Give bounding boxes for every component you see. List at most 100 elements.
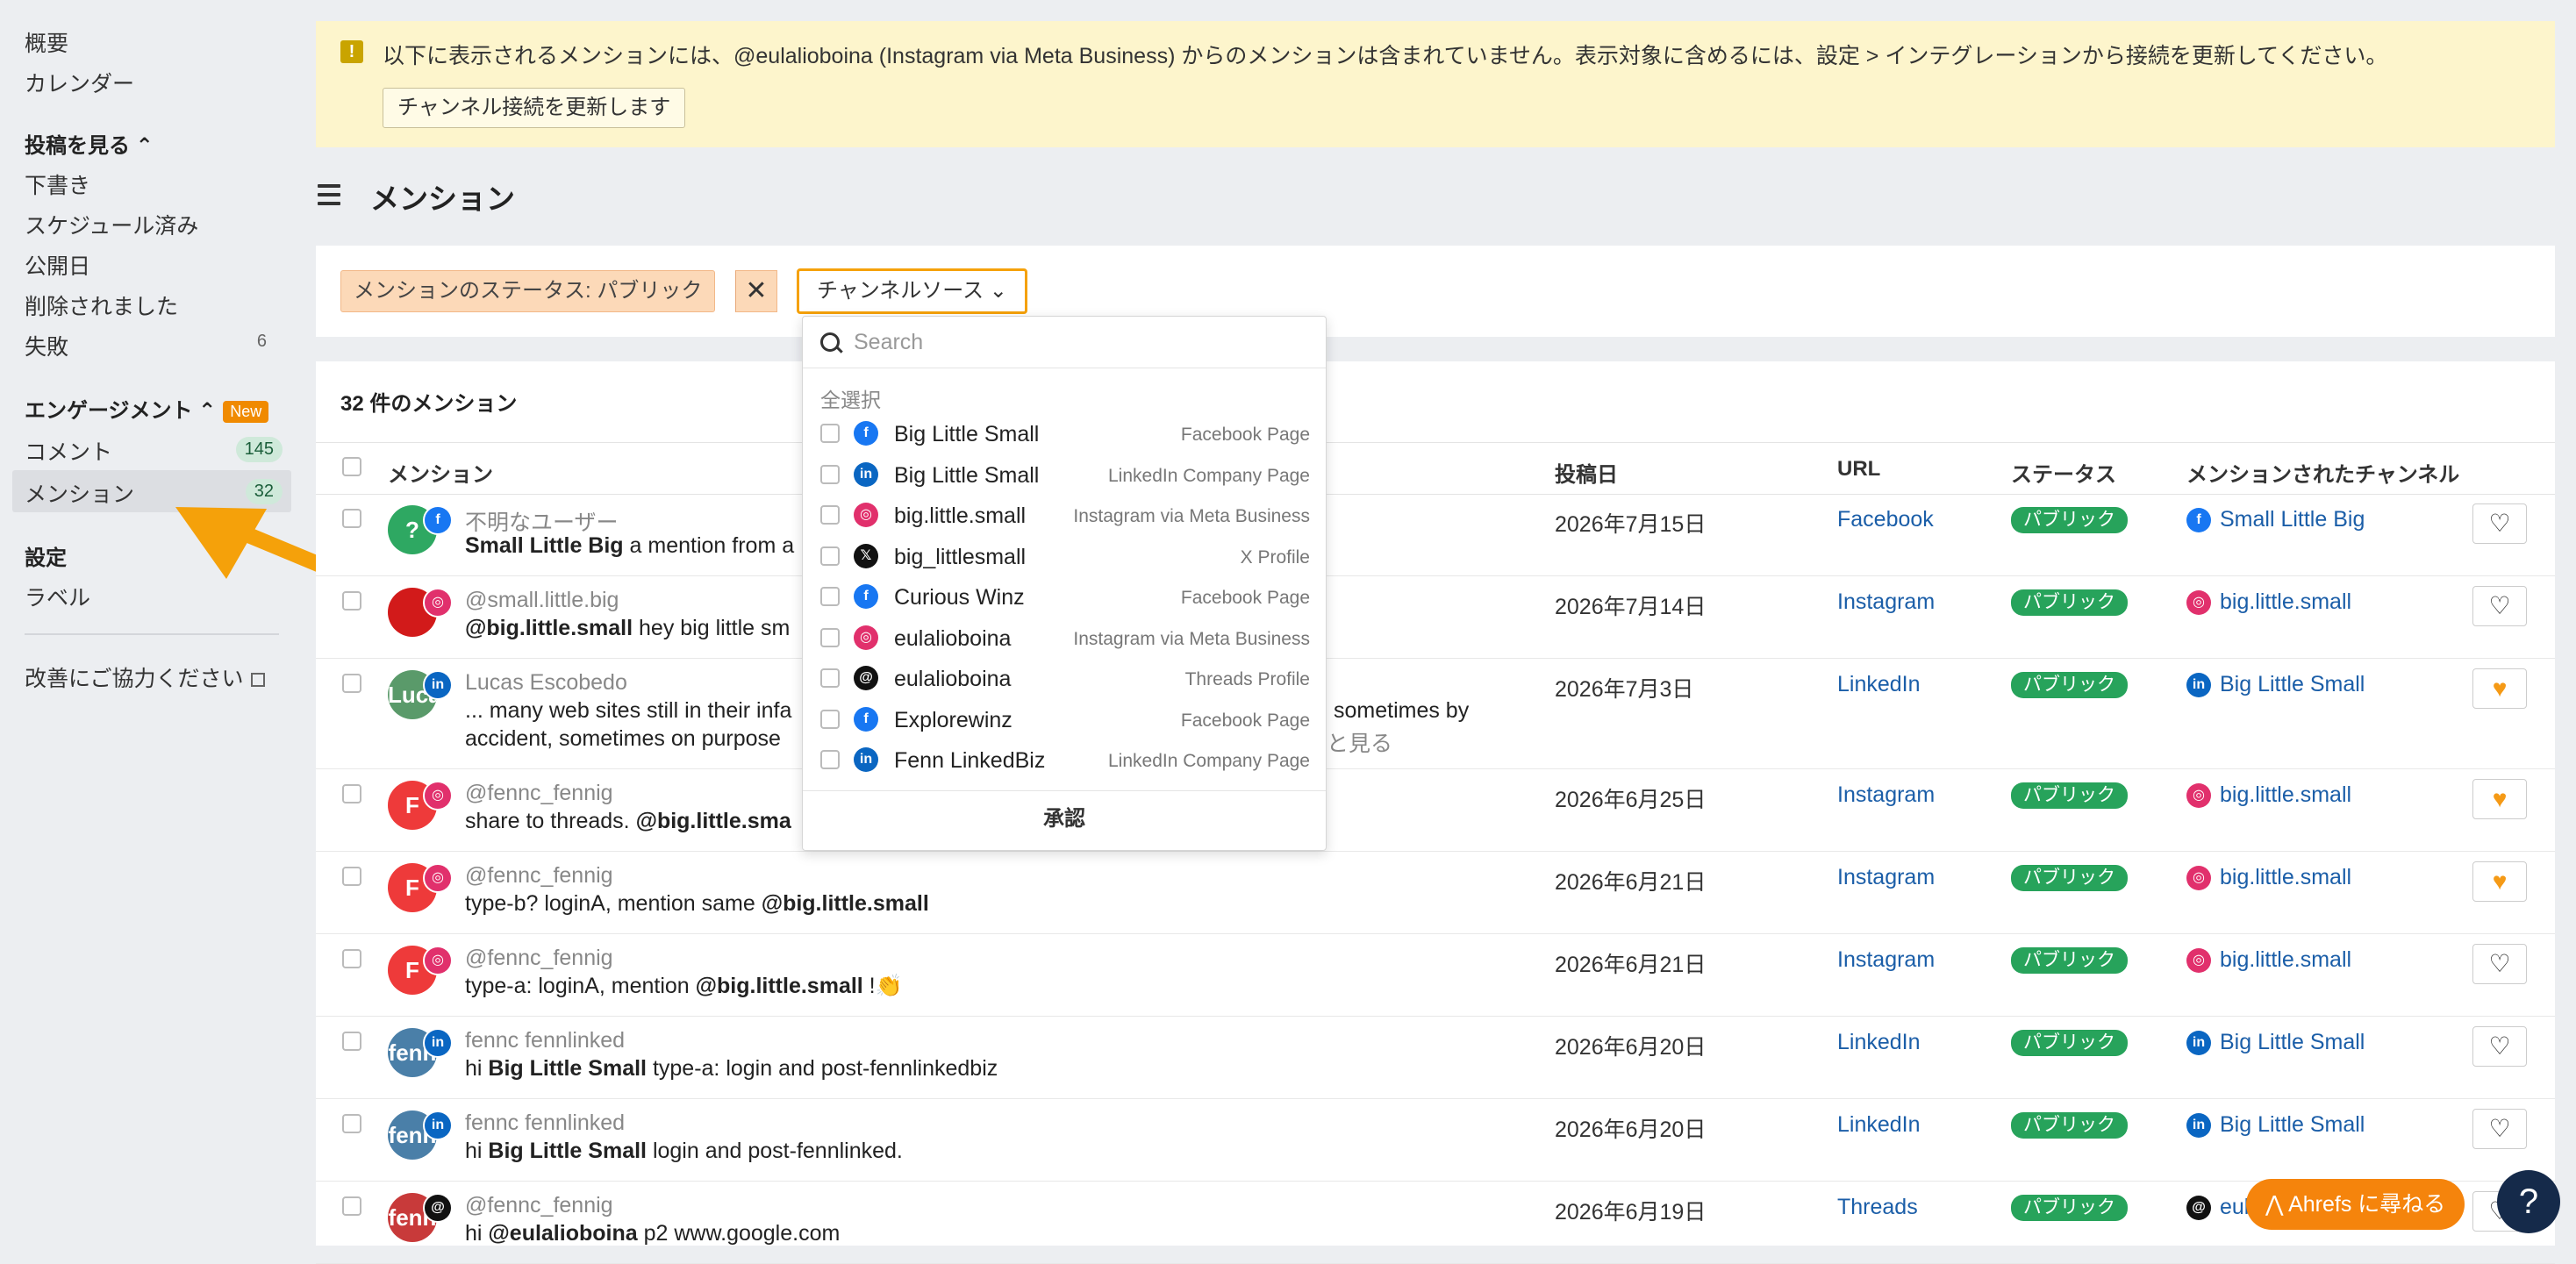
channel-option-checkbox[interactable] <box>820 546 840 566</box>
channel-option-type: LinkedIn Company Page <box>1108 751 1310 771</box>
row-checkbox[interactable] <box>342 674 361 693</box>
mentioned-channel-name: Big Little Small <box>2220 1030 2365 1054</box>
like-button[interactable]: ♡ <box>2472 586 2527 626</box>
mention-content-trail: sometimes by <box>1334 698 1470 723</box>
sidebar-heading-engagement[interactable]: エンゲージメント ⌃ New <box>25 393 269 424</box>
channel-option[interactable]: in Fenn LinkedBiz LinkedIn Company Page <box>803 739 1326 780</box>
channel-option-checkbox[interactable] <box>820 424 840 443</box>
like-button[interactable]: ♥ <box>2472 668 2527 709</box>
remove-filter-button[interactable]: ✕ <box>735 270 777 312</box>
mentioned-channel[interactable]: f Small Little Big <box>2186 507 2365 533</box>
sidebar-item-failed[interactable]: 失敗 6 <box>25 330 279 361</box>
url-link[interactable]: Instagram <box>1837 865 1935 890</box>
channel-option[interactable]: f Big Little Small Facebook Page <box>803 413 1326 453</box>
channel-option[interactable]: @ eulalioboina Threads Profile <box>803 658 1326 698</box>
table-row[interactable]: fenn in fennc fennlinked hi Big Little Smal… <box>316 1016 2555 1099</box>
url-link[interactable]: LinkedIn <box>1837 672 1921 697</box>
mentioned-channel[interactable]: in Big Little Small <box>2186 1030 2365 1056</box>
help-button[interactable]: ? <box>2497 1170 2560 1233</box>
mention-author: @fennc_fennig <box>465 946 613 970</box>
table-row[interactable]: ? f 不明なユーザー Small Little Big a mention from… <box>316 493 2555 576</box>
mentioned-channel[interactable]: in Big Little Small <box>2186 672 2365 698</box>
channel-option[interactable]: ◎ eulalioboina Instagram via Meta Business <box>803 618 1326 658</box>
sidebar-item-scheduled[interactable]: スケジュール済み <box>25 209 198 240</box>
row-checkbox[interactable] <box>342 949 361 968</box>
header-status[interactable]: ステータス <box>2011 457 2116 488</box>
channel-option[interactable]: 𝕏big_littlesmall X Profile <box>803 536 1326 576</box>
row-checkbox[interactable] <box>342 1196 361 1216</box>
channel-source-dropdown[interactable]: チャンネルソース ⌄ <box>797 268 1027 314</box>
channel-option-name: Explorewinz <box>894 707 1013 732</box>
like-button[interactable]: ♡ <box>2472 944 2527 984</box>
like-button[interactable]: ♡ <box>2472 1109 2527 1149</box>
sidebar-item-drafts[interactable]: 下書き <box>25 168 90 200</box>
sidebar-item-mentions-label: メンション <box>25 482 135 507</box>
mentioned-channel-name: big.little.small <box>2220 782 2352 807</box>
mentioned-channel[interactable]: in Big Little Small <box>2186 1112 2365 1139</box>
status-badge: パブリック <box>2011 865 2128 891</box>
menu-icon[interactable] <box>318 184 340 211</box>
sidebar-item-comments[interactable]: コメント 145 <box>12 430 283 470</box>
row-checkbox[interactable] <box>342 1114 361 1133</box>
like-button[interactable]: ♡ <box>2472 1026 2527 1067</box>
mentioned-channel[interactable]: ◎ big.little.small <box>2186 947 2352 974</box>
sidebar-heading-settings[interactable]: 設定 <box>25 540 67 571</box>
table-row[interactable]: F ◎ @fennc_fennig share to threads. @big.li… <box>316 768 2555 852</box>
header-url[interactable]: URL <box>1837 457 1880 482</box>
sidebar-heading-posts[interactable]: 投稿を見る ⌃ <box>25 128 154 159</box>
url-link[interactable]: LinkedIn <box>1837 1030 1921 1055</box>
status-badge: パブリック <box>2011 589 2128 616</box>
url-link[interactable]: LinkedIn <box>1837 1112 1921 1138</box>
sidebar-item-calendar[interactable]: カレンダー <box>25 67 134 98</box>
status-filter-chip[interactable]: メンションのステータス: パブリック <box>340 270 716 312</box>
channel-option[interactable]: f Explorewinz Facebook Page <box>803 699 1326 739</box>
sidebar-item-published[interactable]: 公開日 <box>25 249 90 281</box>
row-checkbox[interactable] <box>342 509 361 528</box>
channel-option[interactable]: f Curious Winz Facebook Page <box>803 576 1326 617</box>
channel-option-checkbox[interactable] <box>820 750 840 769</box>
see-more-link[interactable]: と見る <box>1327 726 1392 758</box>
channel-option-checkbox[interactable] <box>820 505 840 525</box>
like-button[interactable]: ♥ <box>2472 861 2527 902</box>
channel-option[interactable]: in Big Little Small LinkedIn Company Page <box>803 454 1326 495</box>
approve-button[interactable]: 承認 <box>803 790 1326 850</box>
mentioned-channel[interactable]: ◎ big.little.small <box>2186 782 2352 809</box>
table-row[interactable]: F ◎ @fennc_fennig type-b? loginA, mention s… <box>316 851 2555 934</box>
sidebar-item-deleted[interactable]: 削除されました <box>25 289 178 321</box>
channel-option-checkbox[interactable] <box>820 627 840 647</box>
url-link[interactable]: Instagram <box>1837 589 1935 615</box>
select-all-checkbox[interactable] <box>342 457 361 476</box>
table-row[interactable]: F ◎ @fennc_fennig type-a: loginA, mention @… <box>316 933 2555 1017</box>
update-channel-connection-button[interactable]: チャンネル接続を更新します <box>383 88 686 128</box>
like-button[interactable]: ♥ <box>2472 779 2527 819</box>
sidebar-item-overview[interactable]: 概要 <box>25 26 68 58</box>
url-link[interactable]: Threads <box>1837 1195 1918 1220</box>
table-row[interactable]: Luca in Lucas Escobedo... many web sites s… <box>316 658 2555 769</box>
search-input[interactable] <box>852 325 1312 359</box>
channel-option[interactable]: ◎ big.little.small Instagram via Meta Busi… <box>803 495 1326 535</box>
ask-ahrefs-button[interactable]: ⋀ Ahrefs に尋ねる <box>2246 1179 2465 1230</box>
mentioned-channel-name: big.little.small <box>2220 947 2352 972</box>
url-link[interactable]: Instagram <box>1837 782 1935 808</box>
table-row[interactable]: ◎ @small.little.big @big.little.small hey … <box>316 575 2555 659</box>
row-checkbox[interactable] <box>342 591 361 611</box>
row-checkbox[interactable] <box>342 867 361 886</box>
select-all-option[interactable]: 全選択 <box>820 383 881 413</box>
header-channel[interactable]: メンションされたチャンネル <box>2186 457 2459 488</box>
channel-option-checkbox[interactable] <box>820 668 840 688</box>
mentioned-channel[interactable]: ◎ big.little.small <box>2186 589 2351 616</box>
header-date[interactable]: 投稿日 <box>1555 457 1618 488</box>
header-mention[interactable]: メンション <box>388 457 493 488</box>
channel-option-checkbox[interactable] <box>820 587 840 606</box>
url-link[interactable]: Facebook <box>1837 507 1934 532</box>
table-row[interactable]: fenn @ @fennc_fennig hi @eulalioboina p2 ww… <box>316 1181 2555 1264</box>
table-row[interactable]: fenn in fennc fennlinked hi Big Little Smal… <box>316 1098 2555 1182</box>
row-checkbox[interactable] <box>342 1032 361 1051</box>
channel-option-checkbox[interactable] <box>820 464 840 484</box>
url-link[interactable]: Instagram <box>1837 947 1935 973</box>
like-button[interactable]: ♡ <box>2472 503 2527 544</box>
channel-option-checkbox[interactable] <box>820 709 840 729</box>
row-checkbox[interactable] <box>342 784 361 803</box>
sidebar-item-labels[interactable]: ラベル <box>25 581 90 612</box>
mentioned-channel[interactable]: ◎ big.little.small <box>2186 865 2351 891</box>
